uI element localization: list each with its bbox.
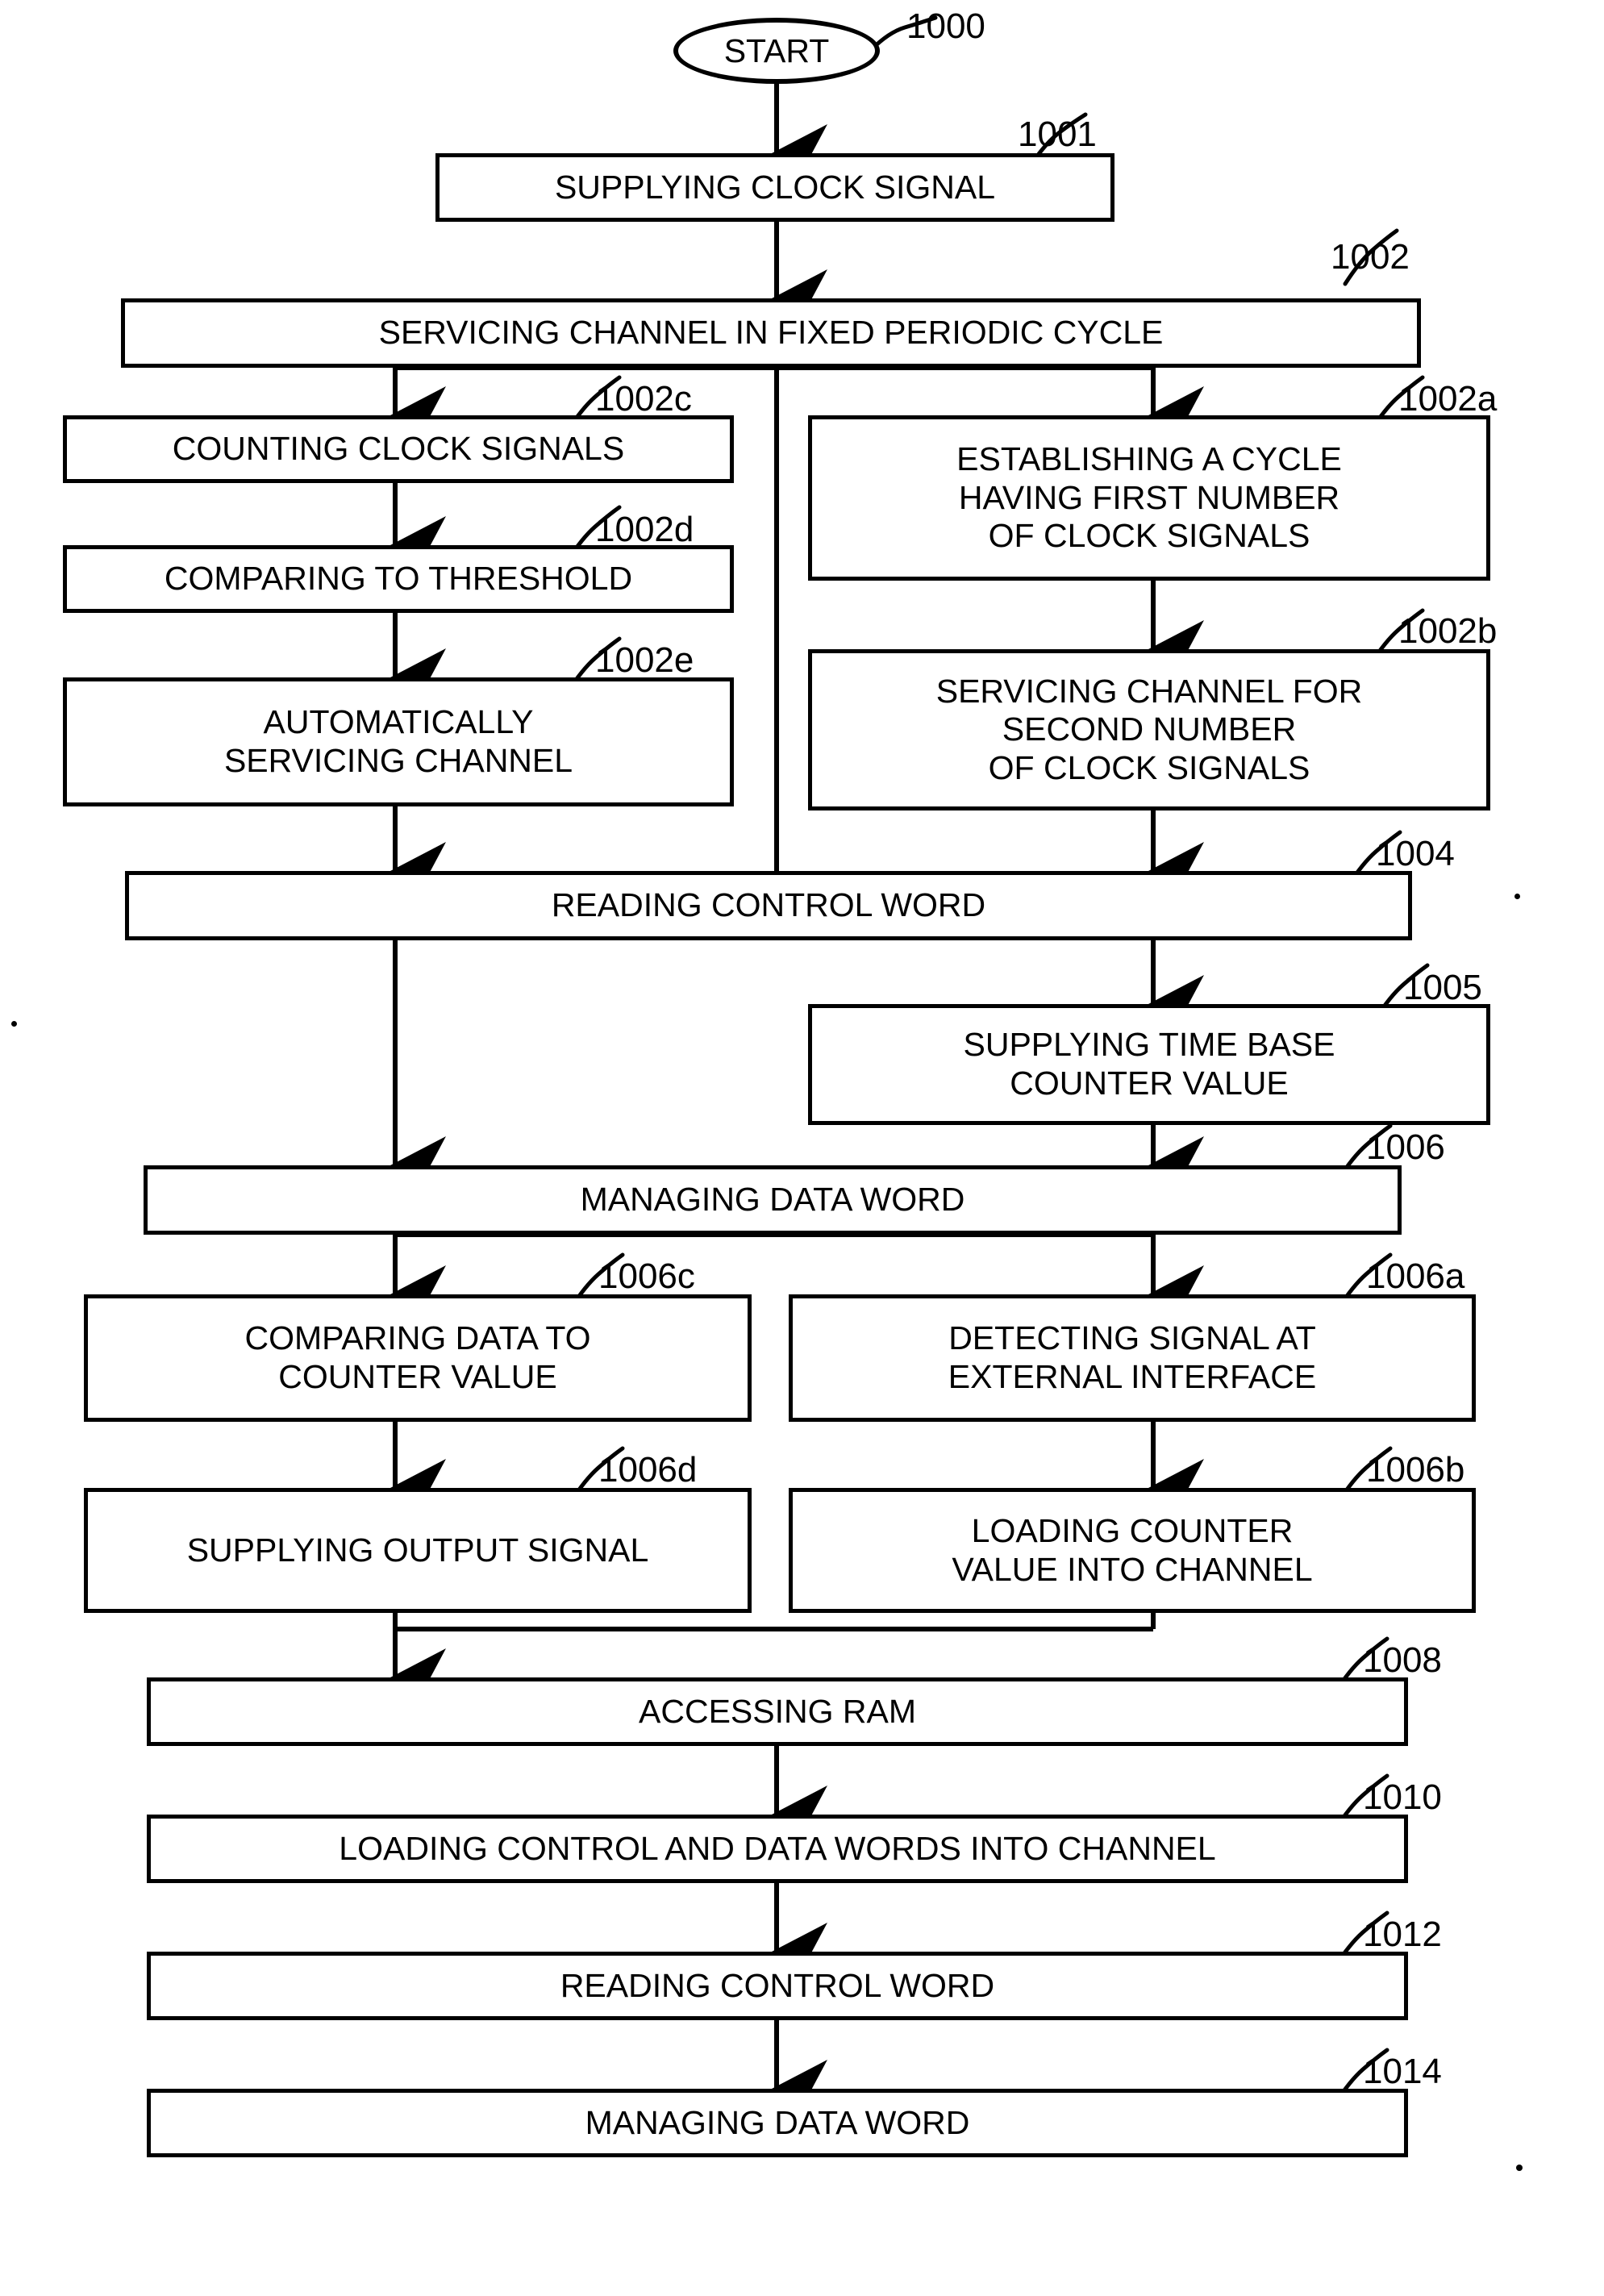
node-1006c-line1: COMPARING DATA TO: [244, 1319, 591, 1357]
node-1006a-line1: DETECTING SIGNAL AT: [948, 1319, 1316, 1357]
ref-label-1006a: 1006a: [1366, 1256, 1465, 1296]
node-1006d-label: SUPPLYING OUTPUT SIGNAL: [186, 1531, 649, 1569]
scan-speck: [1514, 894, 1520, 899]
ref-label-1002e: 1002e: [595, 640, 694, 680]
node-1006b-line1: LOADING COUNTER: [971, 1511, 1294, 1549]
node-1002b-line2: SECOND NUMBER: [1002, 710, 1297, 748]
node-1010-label: LOADING CONTROL AND DATA WORDS INTO CHAN…: [339, 1829, 1216, 1867]
node-automatically-servicing-channel: AUTOMATICALLY SERVICING CHANNEL: [63, 677, 734, 806]
node-loading-control-and-data-words: LOADING CONTROL AND DATA WORDS INTO CHAN…: [147, 1815, 1408, 1883]
ref-label-1006b: 1006b: [1366, 1450, 1465, 1490]
ref-label-1002c: 1002c: [595, 379, 692, 419]
node-start-label: START: [723, 31, 830, 69]
ref-label-1002d: 1002d: [595, 510, 694, 549]
node-establishing-cycle: ESTABLISHING A CYCLE HAVING FIRST NUMBER…: [808, 415, 1490, 581]
node-reading-control-word-1004: READING CONTROL WORD: [125, 871, 1412, 940]
scan-speck: [1516, 2165, 1523, 2171]
node-1004-label: READING CONTROL WORD: [551, 886, 986, 924]
node-1006c-line2: COUNTER VALUE: [278, 1358, 557, 1395]
node-1014-label: MANAGING DATA WORD: [585, 2103, 970, 2141]
node-comparing-data-to-counter-value: COMPARING DATA TO COUNTER VALUE: [84, 1294, 752, 1422]
node-1002c-label: COUNTING CLOCK SIGNALS: [172, 430, 625, 468]
ref-label-1004: 1004: [1376, 834, 1455, 873]
node-1002b-line3: OF CLOCK SIGNALS: [988, 748, 1310, 786]
ref-label-1010: 1010: [1363, 1777, 1442, 1817]
ref-label-1006c: 1006c: [598, 1256, 695, 1296]
ref-label-1006: 1006: [1366, 1127, 1445, 1167]
node-1002e-line2: SERVICING CHANNEL: [223, 742, 573, 779]
ref-label-1014: 1014: [1363, 2052, 1442, 2091]
node-accessing-ram: ACCESSING RAM: [147, 1677, 1408, 1746]
node-servicing-channel-second-number: SERVICING CHANNEL FOR SECOND NUMBER OF C…: [808, 649, 1490, 810]
ref-label-1001: 1001: [1018, 115, 1097, 154]
node-start: START: [673, 18, 880, 84]
node-loading-counter-value-into-channel: LOADING COUNTER VALUE INTO CHANNEL: [789, 1488, 1476, 1613]
node-1008-label: ACCESSING RAM: [639, 1692, 916, 1730]
node-1005-line1: SUPPLYING TIME BASE: [963, 1026, 1335, 1064]
ref-label-1002: 1002: [1331, 237, 1410, 277]
node-1006-label: MANAGING DATA WORD: [580, 1181, 965, 1219]
flowchart-canvas: START 1000 SUPPLYING CLOCK SIGNAL 1001 S…: [0, 0, 1604, 2296]
node-1001-label: SUPPLYING CLOCK SIGNAL: [554, 168, 996, 206]
node-1002-label: SERVICING CHANNEL IN FIXED PERIODIC CYCL…: [378, 314, 1164, 352]
ref-label-1000: 1000: [906, 6, 985, 46]
scan-speck: [11, 1021, 17, 1027]
node-1005-line2: COUNTER VALUE: [1010, 1065, 1289, 1102]
node-comparing-to-threshold: COMPARING TO THRESHOLD: [63, 545, 734, 613]
node-managing-data-word-1006: MANAGING DATA WORD: [144, 1165, 1402, 1235]
ref-label-1002b: 1002b: [1398, 611, 1498, 651]
node-1002a-line3: OF CLOCK SIGNALS: [988, 517, 1310, 555]
node-supplying-output-signal: SUPPLYING OUTPUT SIGNAL: [84, 1488, 752, 1613]
node-detecting-signal-external-interface: DETECTING SIGNAL AT EXTERNAL INTERFACE: [789, 1294, 1476, 1422]
node-1012-label: READING CONTROL WORD: [560, 1966, 995, 2004]
node-1002e-line1: AUTOMATICALLY: [263, 703, 534, 741]
node-1006b-line2: VALUE INTO CHANNEL: [952, 1550, 1313, 1588]
node-servicing-channel-fixed-cycle: SERVICING CHANNEL IN FIXED PERIODIC CYCL…: [121, 298, 1421, 368]
node-1002d-label: COMPARING TO THRESHOLD: [164, 560, 633, 598]
node-counting-clock-signals: COUNTING CLOCK SIGNALS: [63, 415, 734, 483]
node-1002a-line2: HAVING FIRST NUMBER: [958, 478, 1340, 516]
ref-label-1005: 1005: [1403, 968, 1482, 1007]
node-reading-control-word-1012: READING CONTROL WORD: [147, 1952, 1408, 2020]
node-supplying-clock-signal: SUPPLYING CLOCK SIGNAL: [435, 153, 1114, 222]
ref-label-1008: 1008: [1363, 1640, 1442, 1680]
node-1002a-line1: ESTABLISHING A CYCLE: [956, 440, 1342, 478]
node-supplying-time-base-counter-value: SUPPLYING TIME BASE COUNTER VALUE: [808, 1004, 1490, 1125]
ref-label-1012: 1012: [1363, 1915, 1442, 1954]
node-1006a-line2: EXTERNAL INTERFACE: [948, 1358, 1317, 1395]
node-managing-data-word-1014: MANAGING DATA WORD: [147, 2089, 1408, 2157]
ref-label-1002a: 1002a: [1398, 379, 1498, 419]
ref-label-1006d: 1006d: [598, 1450, 698, 1490]
node-1002b-line1: SERVICING CHANNEL FOR: [935, 672, 1363, 710]
